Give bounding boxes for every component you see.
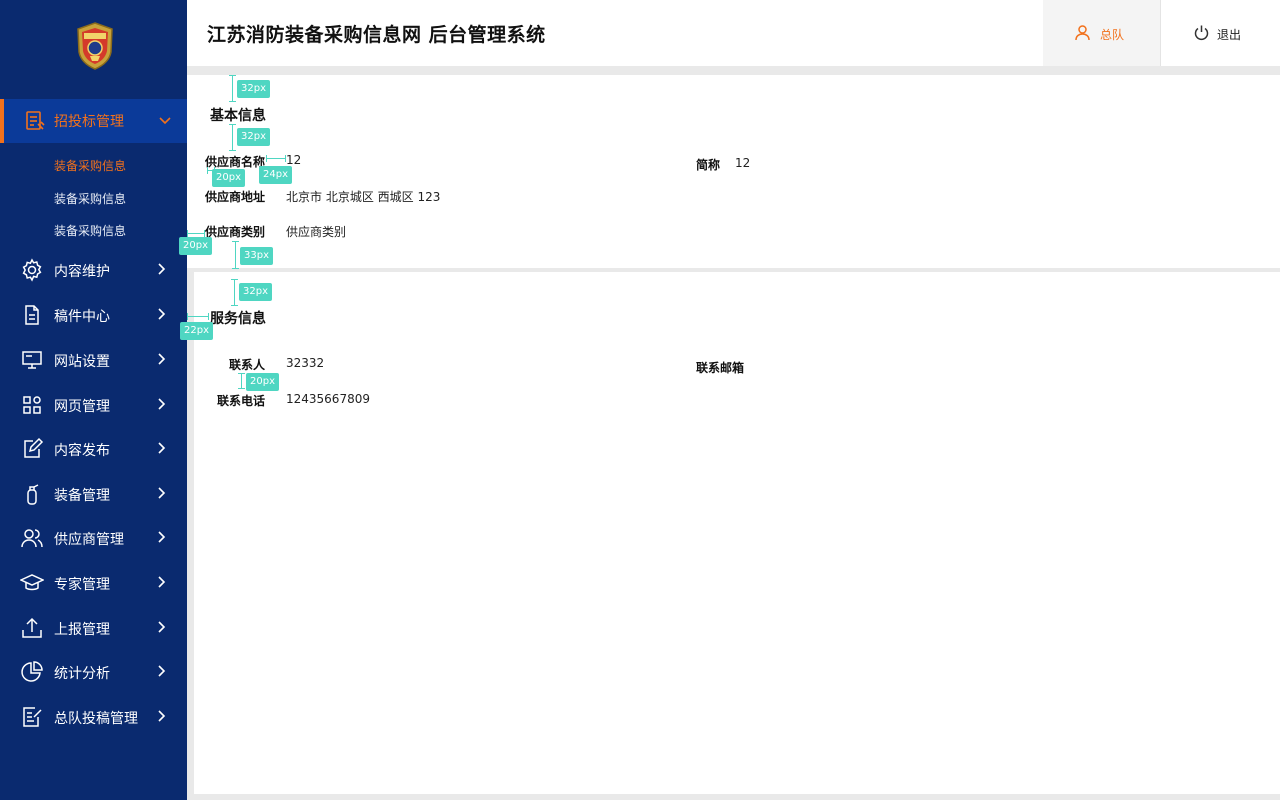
user-button[interactable]: 总队 — [1043, 0, 1161, 66]
gear-icon — [20, 258, 44, 282]
sidebar-item-report-management[interactable]: 上报管理 — [0, 607, 187, 647]
chevron-right-icon — [153, 663, 169, 679]
spacing-guide — [229, 75, 236, 102]
basic-info-panel: 基本信息 供应商名称 12 简称 12 供应商地址 北京市 北京城区 西城区 1… — [187, 75, 1280, 268]
supplier-address-label: 供应商地址 — [205, 190, 266, 204]
sidebar-item-statistics[interactable]: 统计分析 — [0, 651, 187, 691]
service-info-panel: 服务信息 联系人 32332 联系邮箱 联系电话 12435667809 — [194, 272, 1280, 794]
sidebar-item-equipment-management[interactable]: 装备管理 — [0, 473, 187, 513]
logout-button[interactable]: 退出 — [1162, 0, 1280, 66]
sidebar-item-label: 网页管理 — [54, 399, 110, 415]
supplier-type-value: 供应商类别 — [286, 225, 347, 239]
grid-icon — [20, 393, 44, 417]
chevron-right-icon — [153, 396, 169, 412]
sidebar-group-label: 招投标管理 — [54, 114, 124, 130]
clipboard-list-icon — [24, 110, 46, 132]
chevron-right-icon — [153, 619, 169, 635]
contact-person-label: 联系人 — [229, 358, 266, 372]
short-name-value: 12 — [735, 156, 751, 170]
monitor-icon — [20, 348, 44, 372]
short-name-label: 简称 — [696, 158, 721, 172]
user-label: 总队 — [1100, 28, 1125, 42]
chevron-right-icon — [153, 351, 169, 367]
sidebar-item-label: 稿件中心 — [54, 309, 110, 325]
upload-icon — [20, 616, 44, 640]
chevron-right-icon — [153, 440, 169, 456]
sidebar-subitem-equipment-procurement[interactable]: 装备采购信息 — [54, 190, 126, 207]
chevron-right-icon — [153, 306, 169, 322]
fire-department-logo — [76, 22, 114, 70]
sidebar-item-supplier-management[interactable]: 供应商管理 — [0, 517, 187, 557]
sidebar-item-label: 内容维护 — [54, 264, 110, 280]
spacing-guide — [229, 124, 236, 151]
spacing-annotation: 32px — [237, 80, 270, 98]
users-icon — [20, 526, 44, 550]
contact-email-label: 联系邮箱 — [696, 361, 745, 375]
spacing-annotation: 20px — [212, 169, 245, 187]
spacing-guide — [238, 373, 245, 389]
chevron-down-icon — [156, 111, 174, 129]
chevron-right-icon — [153, 708, 169, 724]
edit-icon — [20, 437, 44, 461]
sidebar-item-label: 网站设置 — [54, 354, 110, 370]
spacing-guide — [231, 279, 238, 306]
sidebar-item-label: 总队投稿管理 — [54, 711, 138, 727]
sidebar-item-content-publish[interactable]: 内容发布 — [0, 428, 187, 468]
sidebar-subitem-equipment-procurement[interactable]: 装备采购信息 — [54, 222, 126, 239]
sidebar-item-content-maintenance[interactable]: 内容维护 — [0, 249, 187, 289]
spacing-guide — [232, 241, 239, 269]
chevron-right-icon — [153, 485, 169, 501]
sidebar-item-label: 供应商管理 — [54, 532, 124, 548]
service-info-title: 服务信息 — [210, 311, 266, 327]
sidebar-item-label: 装备管理 — [54, 488, 110, 504]
supplier-address-value: 北京市 北京城区 西城区 123 — [286, 190, 441, 204]
spacing-annotation: 24px — [259, 166, 292, 184]
page-title: 江苏消防装备采购信息网 后台管理系统 — [207, 24, 546, 46]
power-icon — [1193, 24, 1210, 41]
sidebar-item-expert-management[interactable]: 专家管理 — [0, 562, 187, 602]
chevron-right-icon — [153, 574, 169, 590]
contact-phone-value: 12435667809 — [286, 392, 370, 406]
chevron-right-icon — [153, 529, 169, 545]
document-icon — [20, 303, 44, 327]
sidebar-group-bidding[interactable]: 招投标管理 — [0, 99, 187, 143]
sidebar-item-page-management[interactable]: 网页管理 — [0, 384, 187, 424]
sidebar-item-manuscript-center[interactable]: 稿件中心 — [0, 294, 187, 334]
spacing-annotation: 20px — [246, 373, 279, 391]
spacing-annotation: 32px — [237, 128, 270, 146]
graduation-cap-icon — [19, 571, 45, 595]
sidebar-item-label: 内容发布 — [54, 443, 110, 459]
spacing-guide — [187, 230, 205, 237]
spacing-guide — [266, 155, 286, 162]
chevron-right-icon — [153, 261, 169, 277]
user-icon — [1074, 24, 1091, 41]
sidebar-item-site-settings[interactable]: 网站设置 — [0, 339, 187, 379]
spacing-annotation: 20px — [179, 237, 212, 255]
sidebar: 招投标管理 装备采购信息 装备采购信息 装备采购信息 内容维护 稿件中心 网站设… — [0, 0, 187, 800]
contact-person-value: 32332 — [286, 356, 325, 370]
pie-chart-icon — [20, 660, 44, 684]
spacing-guide — [187, 313, 209, 320]
extinguisher-icon — [20, 482, 44, 506]
supplier-type-label: 供应商类别 — [205, 225, 266, 239]
top-header: 江苏消防装备采购信息网 后台管理系统 总队 退出 — [187, 0, 1280, 66]
spacing-annotation: 22px — [180, 322, 213, 340]
supplier-name-value: 12 — [286, 153, 302, 167]
submission-icon — [20, 705, 44, 729]
spacing-annotation: 33px — [240, 247, 273, 265]
basic-info-title: 基本信息 — [210, 108, 266, 124]
logout-label: 退出 — [1217, 28, 1242, 42]
sidebar-item-brigade-submission[interactable]: 总队投稿管理 — [0, 696, 187, 736]
sidebar-subitem-equipment-procurement[interactable]: 装备采购信息 — [54, 157, 126, 174]
spacing-annotation: 32px — [239, 283, 272, 301]
sidebar-item-label: 上报管理 — [54, 622, 110, 638]
sidebar-item-label: 统计分析 — [54, 666, 110, 682]
contact-phone-label: 联系电话 — [217, 394, 266, 408]
sidebar-item-label: 专家管理 — [54, 577, 110, 593]
